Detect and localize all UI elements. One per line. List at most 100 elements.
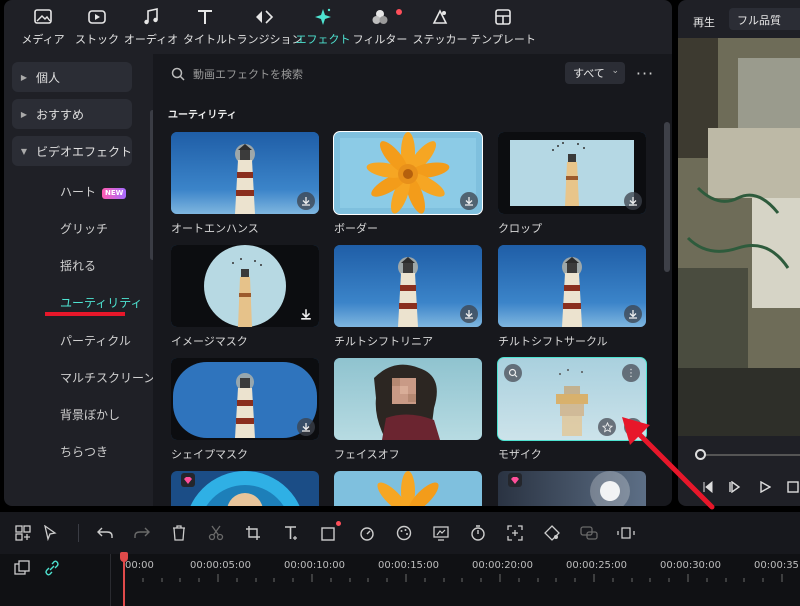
link-icon[interactable] — [44, 560, 60, 580]
effect-card-mosaic[interactable]: ⋮ モザイク — [497, 357, 647, 462]
tab-audio[interactable]: オーディオ — [124, 0, 178, 54]
effect-card-border[interactable]: ボーダー — [333, 131, 483, 236]
more-vertical-icon[interactable]: ⋮ — [622, 364, 640, 382]
audio-icon — [141, 7, 161, 27]
next-frame-icon[interactable] — [726, 478, 744, 496]
effect-icon — [313, 7, 333, 27]
sidebar-item-multiscreen[interactable]: マルチスクリーン — [60, 369, 155, 386]
shape-icon[interactable] — [320, 521, 341, 542]
sidebar-item-shake[interactable]: 揺れる — [60, 257, 96, 274]
tab-title[interactable]: タイトル — [178, 0, 232, 54]
effect-card-tilt-shift-circle[interactable]: チルトシフトサークル — [498, 245, 646, 349]
layout-icon[interactable] — [14, 524, 32, 542]
play-icon[interactable] — [756, 478, 774, 496]
effect-card-label: オートエンハンス — [171, 222, 259, 235]
preview-panel: 再生 フル品質 — [678, 0, 800, 506]
effect-card-label: ボーダー — [334, 222, 378, 235]
effect-thumbnail — [498, 132, 646, 214]
effect-card-image-mask[interactable]: イメージマスク — [171, 245, 319, 349]
tab-stock[interactable]: ストック — [70, 0, 124, 54]
tab-transition[interactable]: トランジション — [226, 0, 303, 54]
color-palette-icon[interactable] — [395, 524, 413, 542]
effect-card-shape-mask[interactable]: シェイプマスク — [171, 358, 319, 462]
audio-track-icon[interactable] — [617, 524, 635, 542]
premium-gem-icon — [508, 473, 522, 487]
effect-card-tilt-shift-linear[interactable]: チルトシフトリニア — [334, 245, 482, 349]
sidebar-item-label: ハート — [60, 185, 97, 199]
ai-image-icon[interactable] — [432, 524, 450, 542]
effect-card-partial[interactable] — [334, 471, 482, 506]
tab-media[interactable]: メディア — [16, 0, 70, 54]
select-pointer-icon[interactable] — [42, 524, 60, 542]
playhead[interactable] — [123, 554, 125, 606]
effect-thumbnail — [498, 245, 646, 327]
download-icon[interactable] — [460, 305, 478, 323]
category-video-effects[interactable]: ▼ ビデオエフェクト — [12, 136, 132, 166]
category-video-effects-label: ビデオエフェクト — [36, 144, 133, 159]
category-personal[interactable]: ▶ 個人 — [12, 62, 132, 92]
tab-stock-label: ストック — [75, 33, 119, 46]
download-icon[interactable] — [297, 418, 315, 436]
sidebar-item-glitch[interactable]: グリッチ — [60, 220, 108, 237]
text-icon[interactable] — [282, 524, 300, 542]
download-icon[interactable] — [624, 192, 642, 210]
timestamp-label: 00:00:10:00 — [284, 560, 346, 571]
fit-frame-icon[interactable] — [506, 524, 524, 542]
sidebar-item-background-blur[interactable]: 背景ぼかし — [60, 406, 120, 423]
tab-effect[interactable]: エフェクト — [296, 0, 351, 54]
chevron-down-icon: ⌄ — [611, 66, 619, 76]
media-toolbar: メディア ストック オーディオ タイトル トランジション エフェクト フィルター… — [4, 0, 672, 54]
sticker-icon — [430, 7, 450, 27]
category-recommended[interactable]: ▶ おすすめ — [12, 99, 132, 129]
timer-icon[interactable] — [469, 524, 487, 542]
add-icon[interactable] — [624, 418, 642, 436]
favorite-star-icon[interactable] — [598, 418, 616, 436]
notification-dot — [336, 521, 341, 526]
previous-frame-icon[interactable] — [698, 478, 716, 496]
effect-card-face-off[interactable]: フェイスオフ — [334, 358, 482, 462]
media-icon — [33, 7, 53, 27]
effect-card-crop[interactable]: クロップ — [498, 132, 646, 236]
effect-card-label: モザイク — [498, 448, 542, 461]
caret-right-icon: ▶ — [20, 72, 28, 82]
tab-filter[interactable]: フィルター — [350, 0, 410, 54]
speech-to-text-icon[interactable] — [580, 524, 598, 542]
notification-dot — [396, 9, 402, 15]
add-track-icon[interactable] — [14, 560, 30, 580]
preview-icon[interactable] — [504, 364, 522, 382]
sidebar-item-utility[interactable]: ユーティリティ — [60, 294, 143, 311]
filter-dropdown[interactable]: すべて ⌄ — [565, 62, 625, 84]
effects-scrollbar[interactable] — [664, 122, 670, 272]
video-preview — [678, 38, 800, 436]
download-icon[interactable] — [297, 305, 315, 323]
preview-scrub-handle[interactable] — [695, 449, 706, 460]
tab-sticker-label: ステッカー — [412, 33, 468, 46]
sidebar-item-particle[interactable]: パーティクル — [60, 332, 131, 349]
download-icon[interactable] — [460, 192, 478, 210]
preview-progress-track[interactable] — [700, 454, 800, 456]
undo-icon[interactable] — [96, 524, 114, 542]
delete-icon[interactable] — [170, 524, 188, 542]
crop-icon[interactable] — [244, 524, 262, 542]
search-input[interactable] — [193, 62, 533, 86]
effect-thumbnail — [171, 358, 319, 440]
download-icon[interactable] — [297, 192, 315, 210]
keyframe-icon[interactable] — [543, 524, 561, 542]
speed-icon[interactable] — [358, 524, 376, 542]
tab-sticker[interactable]: ステッカー — [410, 0, 470, 54]
effect-card-auto-enhance[interactable]: オートエンハンス — [171, 132, 319, 236]
redo-icon[interactable] — [133, 524, 151, 542]
quality-dropdown[interactable]: フル品質 — [729, 8, 800, 30]
timeline-ruler[interactable]: 00:00 00:00:05:00 00:00:10:00 00:00:15:0… — [0, 554, 800, 606]
tab-title-label: タイトル — [183, 33, 227, 46]
download-icon[interactable] — [624, 305, 642, 323]
caret-down-icon: ▼ — [20, 146, 28, 156]
more-options-button[interactable]: ··· — [633, 62, 657, 84]
sidebar-item-heart[interactable]: ハート NEW — [60, 183, 127, 200]
tab-template[interactable]: テンプレート — [470, 0, 536, 54]
split-scissors-icon[interactable] — [207, 524, 225, 542]
stop-icon[interactable] — [784, 478, 800, 496]
new-badge: NEW — [102, 188, 127, 199]
caret-right-icon: ▶ — [20, 109, 28, 119]
sidebar-item-flicker[interactable]: ちらつき — [60, 443, 108, 460]
